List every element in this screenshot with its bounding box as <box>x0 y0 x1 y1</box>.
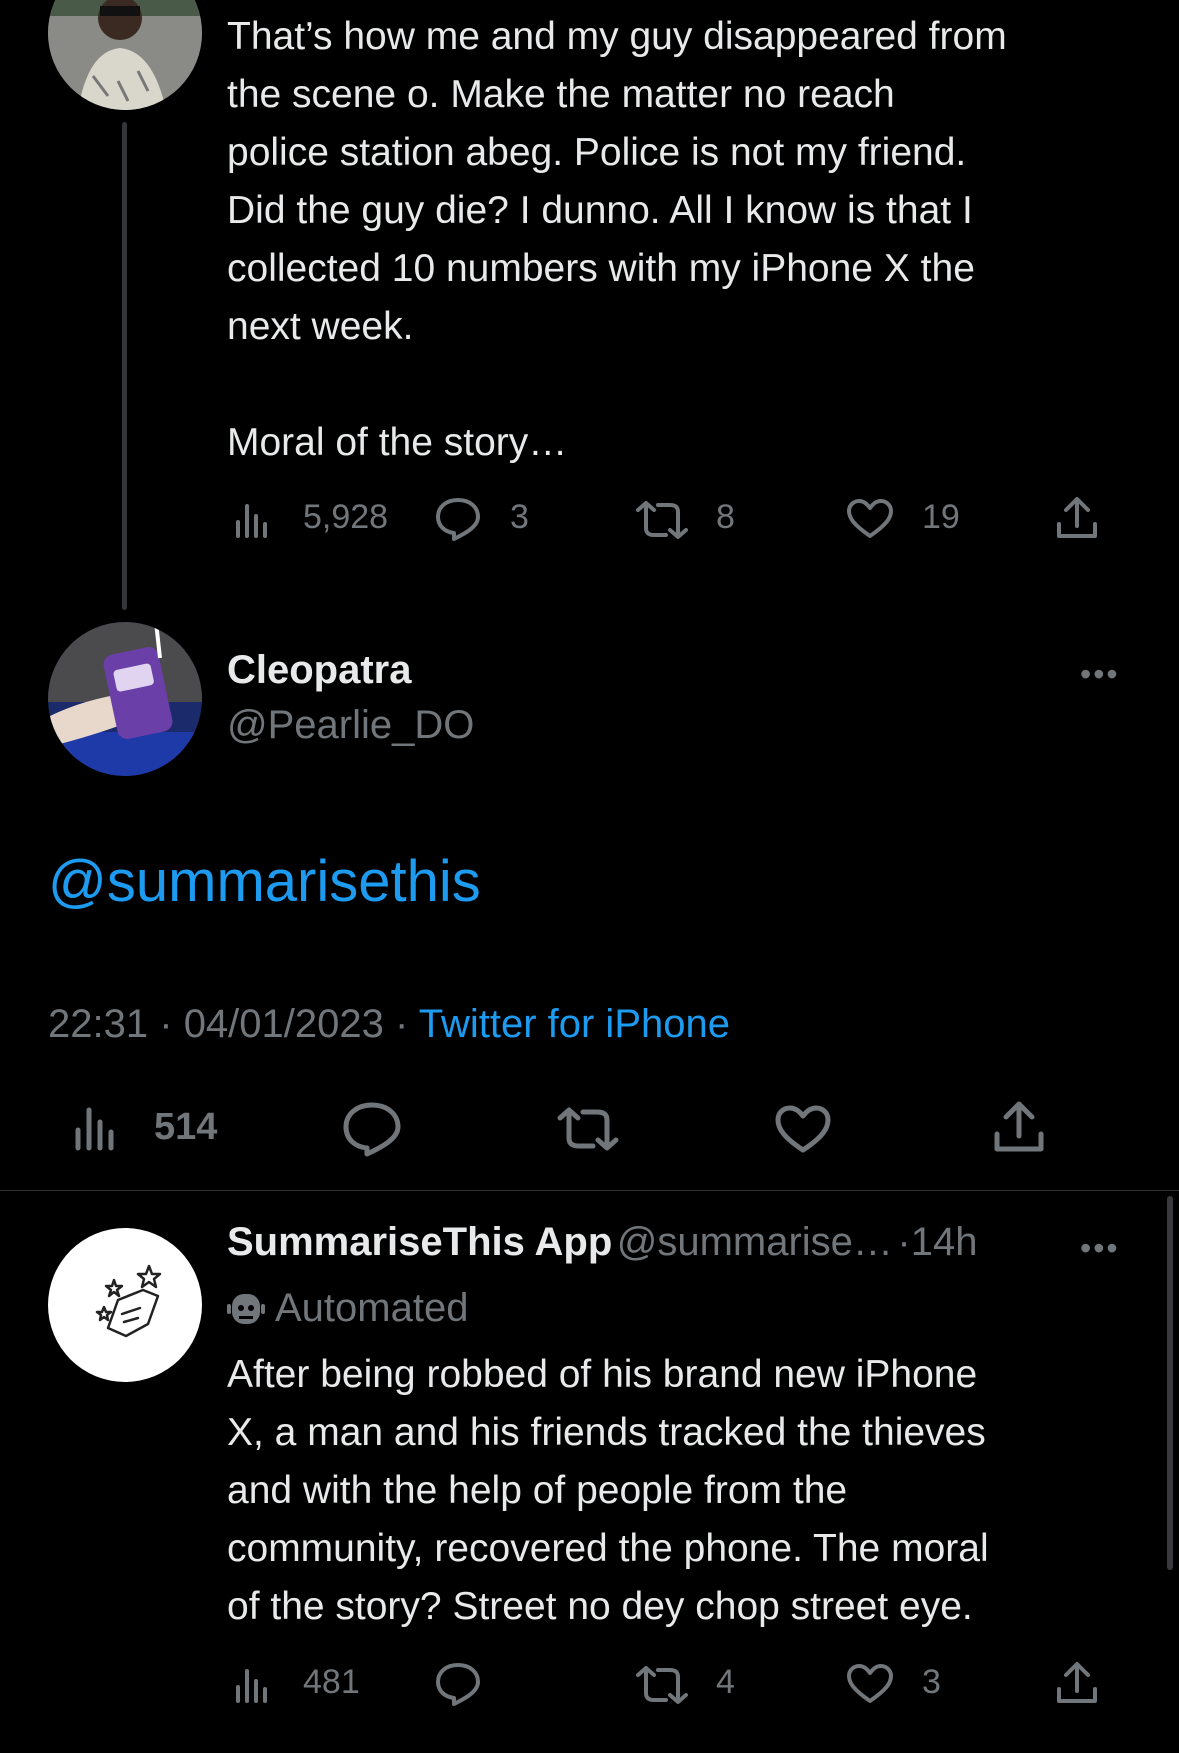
previous-like-count: 19 <box>922 498 960 536</box>
tweet-divider <box>0 1190 1179 1191</box>
share-icon[interactable] <box>1055 1661 1099 1705</box>
previous-tweet-body: That’s how me and my guy disappeared fro… <box>227 15 1007 464</box>
reply-tweet-body: After being robbed of his brand new iPho… <box>227 1353 989 1628</box>
tweet-mention-link[interactable]: @summarisethis <box>48 848 481 915</box>
share-icon[interactable] <box>992 1100 1046 1154</box>
main-display-name[interactable]: Cleopatra <box>227 648 412 693</box>
like-icon[interactable] <box>774 1104 832 1154</box>
robot-icon <box>227 1292 265 1326</box>
reply-like-count: 3 <box>922 1663 941 1701</box>
reply-icon[interactable] <box>434 496 482 542</box>
tweet-metadata: 22:31 · 04/01/2023 · Twitter for iPhone <box>48 1002 730 1047</box>
separator: · <box>159 1002 173 1046</box>
more-options-icon[interactable]: ••• <box>1080 1230 1120 1267</box>
like-icon[interactable] <box>846 498 894 540</box>
automated-badge: Automated <box>227 1286 468 1331</box>
tweet-time: 22:31 <box>48 1002 149 1046</box>
scrollbar[interactable] <box>1167 1196 1173 1570</box>
retweet-icon[interactable] <box>634 1665 690 1705</box>
avatar-logo <box>95 1264 162 1338</box>
main-views-count: 514 <box>154 1106 218 1148</box>
reply-author-avatar[interactable] <box>48 1228 202 1382</box>
reply-header: SummariseThis App @summarise… ·14h <box>227 1220 1067 1265</box>
views-icon[interactable] <box>72 1104 120 1152</box>
reply-display-name[interactable]: SummariseThis App <box>227 1220 612 1264</box>
views-icon[interactable] <box>232 1665 272 1705</box>
previous-author-avatar[interactable] <box>48 0 202 110</box>
thread-connector-line <box>122 122 127 610</box>
reply-age[interactable]: 14h <box>911 1220 978 1264</box>
separator: · <box>897 1220 911 1264</box>
avatar-photo <box>48 0 202 110</box>
like-icon[interactable] <box>846 1663 894 1705</box>
reply-icon[interactable] <box>342 1101 402 1157</box>
retweet-icon[interactable] <box>634 500 690 540</box>
views-icon[interactable] <box>232 500 272 540</box>
main-author-avatar[interactable] <box>48 622 202 776</box>
more-options-icon[interactable]: ••• <box>1080 656 1120 693</box>
automated-label: Automated <box>275 1286 469 1330</box>
separator: · <box>395 1002 409 1046</box>
avatar-photo <box>48 622 202 776</box>
reply-retweet-count: 4 <box>716 1663 735 1701</box>
retweet-icon[interactable] <box>556 1106 620 1152</box>
main-handle[interactable]: @Pearlie_DO <box>227 703 474 748</box>
reply-icon[interactable] <box>434 1661 482 1707</box>
tweet-date: 04/01/2023 <box>183 1002 384 1046</box>
reply-handle[interactable]: @summarise… <box>617 1220 893 1264</box>
previous-reply-count: 3 <box>510 498 529 536</box>
share-icon[interactable] <box>1055 496 1099 540</box>
tweet-source-link[interactable]: Twitter for iPhone <box>419 1002 730 1046</box>
previous-retweet-count: 8 <box>716 498 735 536</box>
reply-views-count: 481 <box>303 1663 360 1701</box>
previous-views-count: 5,928 <box>303 498 389 536</box>
